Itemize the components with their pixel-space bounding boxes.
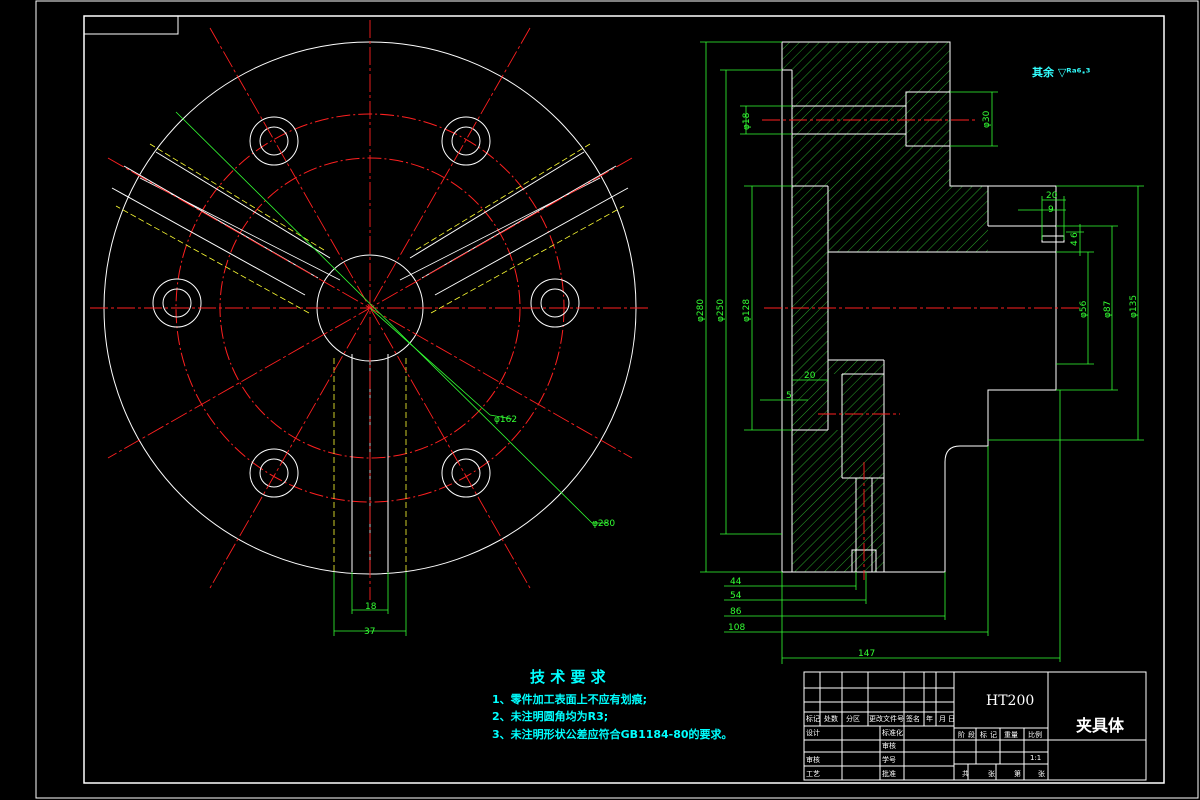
section-view: φ280 φ250 φ128 φ18 φ30 φ56 φ87 φ135 20 5… [696,41,1144,664]
front-leaders [175,111,608,636]
title-material: HT200 [986,693,1034,709]
dim-5: 5 [786,391,792,401]
tb-stage-1: 阶 [958,730,965,739]
dim-side-4: 4 [1070,240,1080,246]
tech-req-item-3: 3、未注明形状公差应符合GB1184-80的要求。 [492,727,733,741]
bolt-hole-right [530,278,580,328]
dim-len-44: 44 [730,577,742,587]
slot-right [399,143,629,314]
dim-len-147: 147 [858,649,875,659]
tech-req-item-1: 1、零件加工表面上不应有划痕; [492,692,647,706]
tb-row-label-7: 月 [939,715,946,723]
bolt-hole-bottom-right [441,448,491,498]
tb-sheets-4: 张 [1038,769,1045,778]
dim-d128: φ128 [742,299,752,322]
tb-stage-3: 标 [980,730,987,739]
tb-weight: 重量 [1004,731,1018,739]
tb-row-label-4: 更改文件号 [869,714,904,723]
dim-top-20: 20 [1046,191,1058,201]
dim-d250: φ250 [716,299,726,322]
surface-roughness-note: 其余 ▽ᴿᵃ⁶·³ [1032,65,1091,79]
title-part-name: 夹具体 [1076,716,1125,735]
tech-req-title: 技 术 要 求 [530,668,607,686]
title-block: HT200 夹具体 标记 处数 分区 更改文件号 签名 年 月 日 设计 标准化… [803,671,1147,781]
tb-stage-2: 段 [968,730,975,739]
tb-row-label-8: 日 [948,715,955,723]
dim-d135: φ135 [1129,295,1139,318]
tb-ratio: 比例 [1028,730,1042,739]
dim-d30: φ30 [982,110,992,128]
dim-len-54: 54 [730,591,742,601]
dim-outer-circle: φ280 [592,519,615,529]
drawing-frame [35,0,1199,799]
bolt-hole-top-right [441,116,491,166]
dim-d280: φ280 [696,299,706,322]
dim-slot-overall: 37 [364,627,375,637]
tb-row-label-1: 标记 [806,714,820,723]
dim-d56: φ56 [1079,300,1089,318]
front-center-lines [90,20,650,600]
dim-20-left: 20 [804,371,816,381]
tb-row-label-6: 年 [926,714,933,723]
cad-drawing: φ162 φ280 18 37 φ280 φ250 φ128 φ18 φ30 φ… [35,0,1199,799]
dim-top-9: 9 [1048,205,1054,215]
tb-sheets-3: 第 [1014,769,1021,778]
dim-side-6: 6 [1070,232,1080,238]
tb-learn: 学号 [882,755,896,764]
tb-standardize: 标准化 [882,728,903,737]
tb-design: 设计 [806,728,820,737]
technical-requirements: 技 术 要 求 1、零件加工表面上不应有划痕; 2、未注明圆角均为R3; 3、未… [492,668,733,741]
bolt-hole-left [152,278,202,328]
bolt-hole-top-left [249,116,299,166]
dim-len-108: 108 [728,623,745,633]
tb-sheets-2: 张 [988,769,995,778]
tb-approve: 批准 [882,769,896,778]
tb-stage-4: 记 [990,731,997,739]
bolt-hole-bottom-left [249,448,299,498]
front-view: φ162 φ280 18 37 [90,20,650,637]
tb-sheets-1: 共 [962,769,969,778]
dim-d18: φ18 [742,112,752,130]
dim-pcd: φ162 [494,415,517,425]
tb-row-label-2: 处数 [824,714,838,723]
tech-req-item-2: 2、未注明圆角均为R3; [492,709,608,723]
tb-row-label-5: 签名 [906,714,920,723]
dim-d87: φ87 [1103,301,1113,318]
tb-review: 审核 [806,755,820,764]
slot-left [111,143,341,314]
tb-scale: 1:1 [1030,754,1041,762]
tb-checked: 审核 [882,741,896,750]
tb-process: 工艺 [806,770,820,778]
dim-len-86: 86 [730,607,742,617]
dim-slot-width: 18 [365,602,377,612]
tb-row-label-3: 分区 [846,714,860,723]
